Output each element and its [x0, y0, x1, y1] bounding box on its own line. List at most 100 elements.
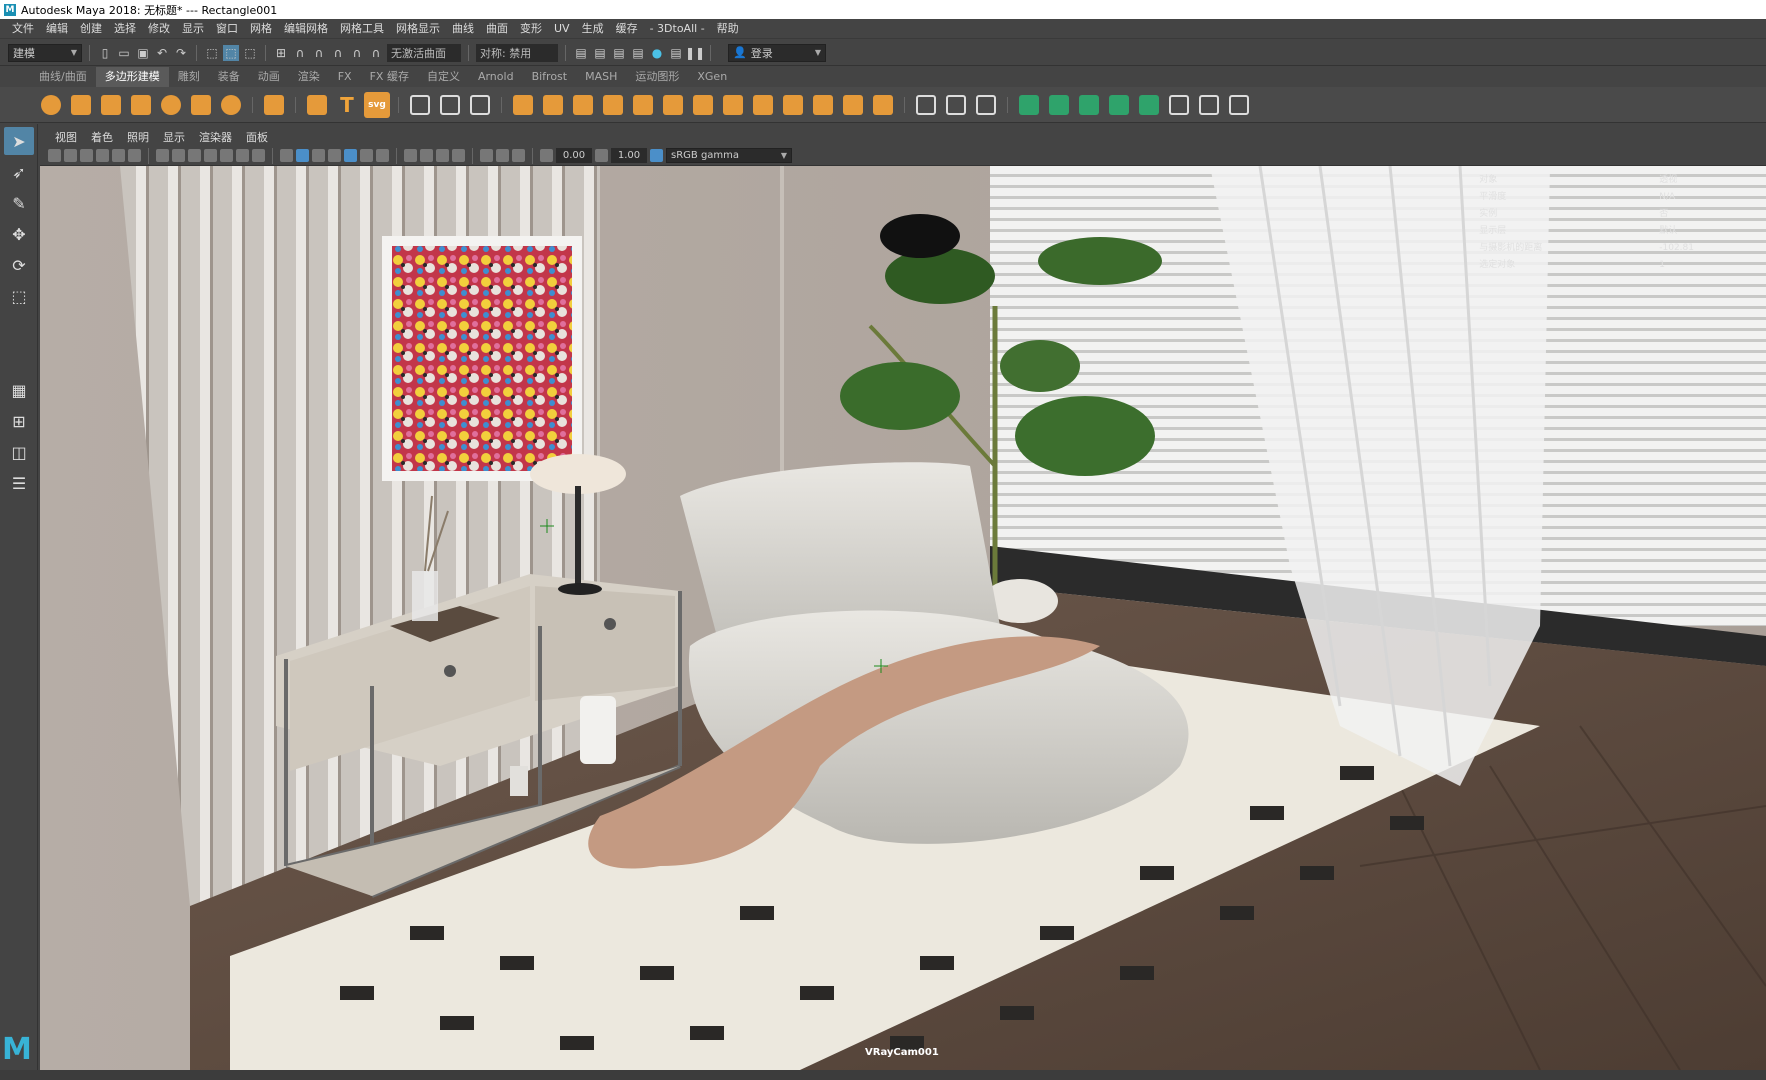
shelf-tab[interactable]: Bifrost — [523, 67, 577, 87]
depth-of-field-icon[interactable] — [436, 149, 449, 162]
scale-tool-icon[interactable]: ⬚ — [4, 282, 34, 310]
menu-item[interactable]: 网格 — [244, 19, 278, 39]
poly-svg-icon[interactable]: svg — [364, 91, 390, 118]
poly-torus-icon[interactable] — [158, 92, 184, 118]
xray-components-icon[interactable] — [512, 149, 525, 162]
platonic-solid-icon[interactable] — [261, 92, 287, 118]
shelf-tab[interactable]: FX 缓存 — [361, 67, 418, 87]
render-settings-icon[interactable]: ▤ — [630, 45, 646, 61]
gamma-field[interactable]: 1.00 — [611, 148, 647, 163]
sculpt-icon[interactable] — [467, 92, 493, 118]
bridge-icon[interactable] — [810, 92, 836, 118]
snap-grid-icon[interactable]: ⊞ — [273, 45, 289, 61]
render-frame-icon[interactable]: ▤ — [592, 45, 608, 61]
new-scene-icon[interactable]: ▯ — [97, 45, 113, 61]
xray-joints-icon[interactable] — [496, 149, 509, 162]
cylindrical-map-icon[interactable] — [1076, 92, 1102, 118]
poly-disc-icon[interactable] — [218, 92, 244, 118]
shadows-icon[interactable] — [360, 149, 373, 162]
reduce-icon[interactable] — [660, 92, 686, 118]
poly-cone-icon[interactable] — [128, 92, 154, 118]
uv-editor-icon[interactable] — [1136, 92, 1162, 118]
login-dropdown[interactable]: 👤 登录 ▼ — [728, 43, 826, 62]
gamma-icon[interactable] — [595, 149, 608, 162]
extrude-icon[interactable] — [750, 92, 776, 118]
menu-item[interactable]: 创建 — [74, 19, 108, 39]
bevel-icon[interactable] — [780, 92, 806, 118]
grid-toggle-icon[interactable] — [156, 149, 169, 162]
poly-cube-icon[interactable] — [68, 92, 94, 118]
isolate-select-icon[interactable] — [452, 149, 465, 162]
smooth-shade-icon[interactable] — [296, 149, 309, 162]
exposure-field[interactable]: 0.00 — [556, 148, 592, 163]
snap-view-icon[interactable]: ∩ — [330, 45, 346, 61]
menu-item[interactable]: 生成 — [576, 19, 610, 39]
grease-pencil-icon[interactable] — [128, 149, 141, 162]
menu-item[interactable]: UV — [548, 19, 576, 39]
film-gate-icon[interactable] — [172, 149, 185, 162]
pause-icon[interactable]: ❚❚ — [685, 45, 705, 61]
camera-attributes-icon[interactable] — [64, 149, 77, 162]
shelf-tab[interactable]: 渲染 — [289, 67, 329, 87]
poly-sphere-icon[interactable] — [38, 92, 64, 118]
planar-map-icon[interactable] — [1016, 92, 1042, 118]
exposure-icon[interactable] — [540, 149, 553, 162]
shelf-tab[interactable]: XGen — [688, 67, 736, 87]
hypershade-icon[interactable]: ● — [649, 45, 665, 61]
camera-select-icon[interactable] — [48, 149, 61, 162]
xray-icon[interactable] — [480, 149, 493, 162]
bookmarks-icon[interactable] — [80, 149, 93, 162]
view-transform-dropdown[interactable]: sRGB gamma ▼ — [666, 148, 792, 163]
panel-menu-item[interactable]: 渲染器 — [192, 129, 239, 145]
boolean-icon[interactable] — [600, 92, 626, 118]
menu-item[interactable]: - 3DtoAll - — [644, 19, 711, 39]
two-d-pan-icon[interactable] — [112, 149, 125, 162]
panel-menu-item[interactable]: 视图 — [48, 129, 84, 145]
poly-plane-icon[interactable] — [188, 92, 214, 118]
panel-menu-item[interactable]: 面板 — [239, 129, 275, 145]
lasso-tool-icon[interactable]: ➶ — [4, 158, 34, 186]
shelf-tab[interactable]: 多边形建模 — [95, 67, 169, 87]
four-view-layout-icon[interactable]: ⊞ — [4, 407, 34, 435]
two-view-layout-icon[interactable]: ◫ — [4, 438, 34, 466]
menu-item[interactable]: 帮助 — [711, 19, 745, 39]
ipr-render-icon[interactable]: ▤ — [611, 45, 627, 61]
uv-tools-icon[interactable] — [1226, 92, 1252, 118]
menu-item[interactable]: 网格工具 — [334, 19, 390, 39]
single-layout-icon[interactable]: ▦ — [4, 376, 34, 404]
append-icon[interactable] — [870, 92, 896, 118]
remesh-icon[interactable] — [690, 92, 716, 118]
live-surface-field[interactable]: 无激活曲面 — [387, 43, 461, 62]
select-tool-icon[interactable]: ➤ — [4, 127, 34, 155]
select-component-icon[interactable]: ⬚ — [242, 45, 258, 61]
shelf-tab[interactable]: 运动图形 — [626, 67, 688, 87]
checker-map-icon[interactable] — [1166, 92, 1192, 118]
smooth-icon[interactable] — [437, 92, 463, 118]
panel-menu-item[interactable]: 照明 — [120, 129, 156, 145]
shelf-tab[interactable]: 雕刻 — [169, 67, 209, 87]
auto-map-icon[interactable] — [1046, 92, 1072, 118]
redo-icon[interactable]: ↷ — [173, 45, 189, 61]
mirror-icon[interactable] — [570, 92, 596, 118]
menu-item[interactable]: 编辑 — [40, 19, 74, 39]
shelf-tab[interactable]: MASH — [576, 67, 626, 87]
separate-icon[interactable] — [540, 92, 566, 118]
uv-shell-icon[interactable] — [1196, 92, 1222, 118]
combine-icon[interactable] — [510, 92, 536, 118]
safe-action-icon[interactable] — [236, 149, 249, 162]
snap-surface-icon[interactable]: ∩ — [349, 45, 365, 61]
lighting-icon[interactable] — [344, 149, 357, 162]
move-tool-icon[interactable]: ✥ — [4, 220, 34, 248]
spherical-map-icon[interactable] — [1106, 92, 1132, 118]
open-scene-icon[interactable]: ▭ — [116, 45, 132, 61]
lattice-icon[interactable] — [407, 92, 433, 118]
menu-item[interactable]: 曲线 — [446, 19, 480, 39]
star-icon[interactable] — [304, 92, 330, 118]
shelf-tab[interactable]: 自定义 — [418, 67, 469, 87]
image-plane-icon[interactable] — [96, 149, 109, 162]
shelf-tab[interactable]: FX — [329, 67, 361, 87]
multi-cut-icon[interactable] — [913, 92, 939, 118]
gate-mask-icon[interactable] — [204, 149, 217, 162]
retopo-icon[interactable] — [720, 92, 746, 118]
safe-title-icon[interactable] — [252, 149, 265, 162]
